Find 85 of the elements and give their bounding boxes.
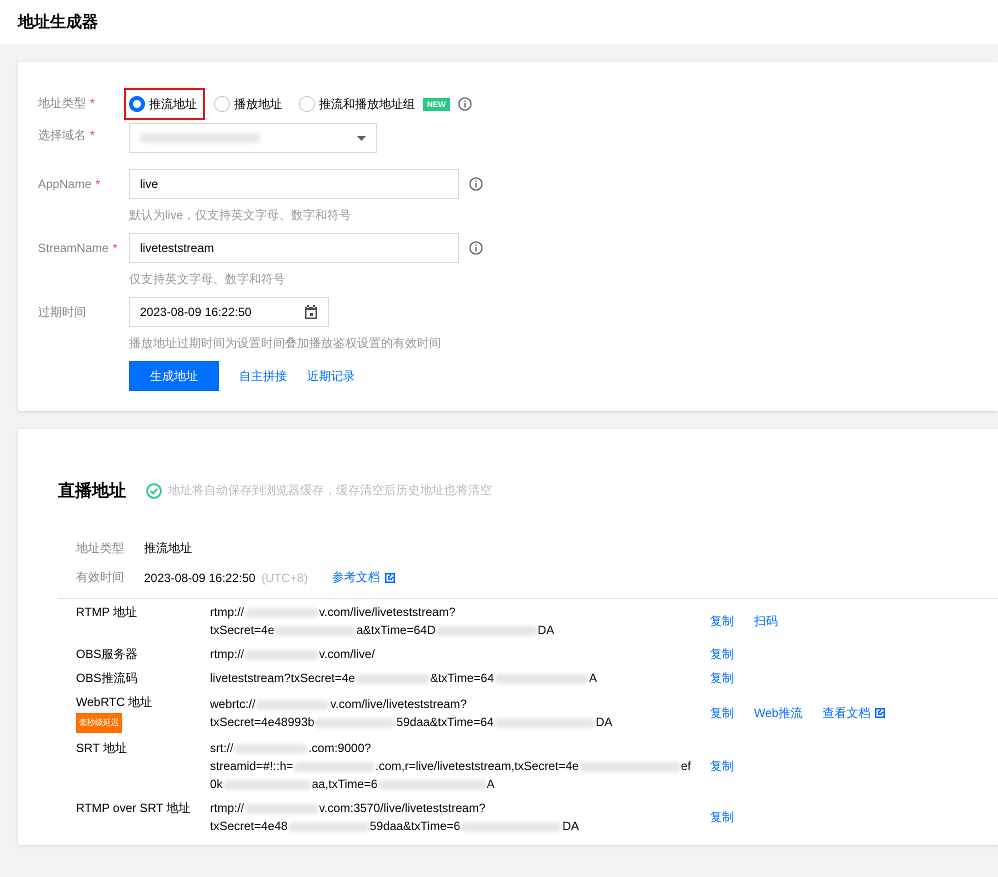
address-text: v.com/live/liveteststream? bbox=[319, 605, 456, 619]
address-text: ef bbox=[680, 759, 691, 773]
info-label: 有效时间 bbox=[76, 569, 125, 586]
address-text: txSecret=4e48 bbox=[210, 819, 288, 833]
address-text: webrtc:// bbox=[210, 697, 256, 711]
text-field[interactable]: liveteststream bbox=[129, 233, 459, 263]
action-link[interactable]: 复制 bbox=[710, 670, 734, 686]
action-link[interactable]: 复制 bbox=[710, 758, 734, 774]
info-icon[interactable] bbox=[458, 97, 472, 111]
caret-icon bbox=[357, 136, 366, 140]
address-text: DA bbox=[596, 715, 612, 729]
date-field[interactable]: 2023-08-09 16:22:50 bbox=[129, 297, 329, 327]
radio-button[interactable] bbox=[129, 96, 145, 112]
action-link[interactable]: 扫码 bbox=[754, 612, 778, 630]
address-text: a&txTime=64D bbox=[356, 623, 436, 637]
section-title: 直播地址 bbox=[58, 480, 126, 502]
address-text: 59daa&txTime=6 bbox=[370, 819, 460, 833]
address-text: txSecret=4e bbox=[210, 623, 274, 637]
calendar-icon bbox=[304, 305, 318, 319]
address-text: txSecret=4e48993b bbox=[210, 715, 314, 729]
address-text: A bbox=[486, 777, 495, 791]
doc-link[interactable]: 参考文档 bbox=[332, 569, 395, 586]
address-text: rtmp:// bbox=[210, 801, 244, 815]
address-text: v.com/live/ bbox=[319, 647, 375, 661]
required-mark: * bbox=[95, 177, 100, 191]
address-text: rtmp:// bbox=[210, 605, 244, 619]
action-link[interactable]: Web推流 bbox=[754, 704, 802, 722]
action-link[interactable]: 复制 bbox=[710, 808, 734, 826]
info-label: 地址类型 bbox=[76, 540, 125, 557]
info-value: 2023-08-09 16:22:50 bbox=[144, 570, 256, 584]
action-link[interactable]: 复制 bbox=[710, 646, 734, 662]
address-label: OBS推流码 bbox=[76, 670, 138, 687]
address-text: streamid=#!::h= bbox=[210, 759, 294, 773]
notice-text: 地址将自动保存到浏览器缓存，缓存清空后历史地址也将清空 bbox=[168, 482, 492, 499]
radio-button[interactable] bbox=[214, 96, 230, 112]
radio-option[interactable]: 推流和播放地址组 NEW bbox=[294, 88, 480, 120]
info-icon[interactable] bbox=[469, 177, 483, 191]
address-text: aa,txTime=6 bbox=[312, 777, 378, 791]
address-text: 0k bbox=[210, 777, 223, 791]
address-text: rtmp:// bbox=[210, 647, 244, 661]
action-link[interactable]: 复制 bbox=[710, 612, 734, 630]
address-label: WebRTC 地址 bbox=[76, 694, 152, 711]
field-hint: 仅支持英文字母、数字和符号 bbox=[129, 271, 286, 287]
required-mark: * bbox=[90, 128, 95, 142]
field-hint: 播放地址过期时间为设置时间叠加播放鉴权设置的有效时间 bbox=[129, 335, 442, 351]
address-text: srt:// bbox=[210, 741, 234, 755]
required-mark: * bbox=[90, 96, 95, 110]
info-icon[interactable] bbox=[469, 241, 483, 255]
radio-option[interactable]: 推流地址 bbox=[124, 88, 205, 120]
field-label: AppName * bbox=[38, 176, 102, 193]
field-label: 过期时间 bbox=[38, 304, 87, 321]
address-text: liveteststream?txSecret=4e bbox=[210, 671, 356, 685]
address-text: .com:9000? bbox=[308, 741, 372, 755]
address-text: v.com:3570/live/liveteststream? bbox=[319, 801, 486, 815]
field-hint: 默认为live，仅支持英文字母、数字和符号 bbox=[129, 207, 352, 223]
action-link[interactable]: 查看文档 bbox=[822, 704, 886, 722]
timezone-text: (UTC+8) bbox=[261, 570, 308, 584]
check-circle-icon bbox=[146, 482, 162, 498]
address-label: RTMP 地址 bbox=[76, 604, 137, 621]
action-link[interactable]: 复制 bbox=[710, 704, 734, 722]
address-text: &txTime=64 bbox=[430, 671, 494, 685]
text-link[interactable]: 近期记录 bbox=[307, 368, 355, 384]
field-label: StreamName * bbox=[38, 240, 118, 257]
generate-button[interactable]: 生成地址 bbox=[129, 361, 219, 391]
text-link[interactable]: 自主拼接 bbox=[239, 368, 287, 384]
external-link-icon bbox=[384, 572, 395, 582]
address-label: SRT 地址 bbox=[76, 740, 127, 757]
address-label: OBS服务器 bbox=[76, 646, 138, 663]
address-label: RTMP over SRT 地址 bbox=[76, 800, 190, 817]
address-text: A bbox=[589, 671, 598, 685]
field-label: 地址类型 * bbox=[38, 95, 96, 112]
address-text: v.com/live/liveteststream? bbox=[330, 697, 467, 711]
new-badge: NEW bbox=[423, 98, 450, 110]
radio-button[interactable] bbox=[299, 96, 315, 112]
address-text: DA bbox=[538, 623, 554, 637]
address-text: .com,r=live/liveteststream,txSecret=4e bbox=[375, 759, 579, 773]
field-label: 选择域名 * bbox=[38, 127, 96, 144]
address-text: 59daa&txTime=64 bbox=[396, 715, 494, 729]
info-value: 推流地址 bbox=[144, 540, 192, 557]
text-field[interactable]: live bbox=[129, 169, 459, 199]
latency-tag: 毫秒级延迟 bbox=[76, 713, 122, 733]
page-title: 地址生成器 bbox=[18, 12, 98, 32]
address-text: DA bbox=[562, 819, 579, 833]
required-mark: * bbox=[112, 241, 118, 255]
radio-option[interactable]: 播放地址 bbox=[209, 88, 290, 120]
